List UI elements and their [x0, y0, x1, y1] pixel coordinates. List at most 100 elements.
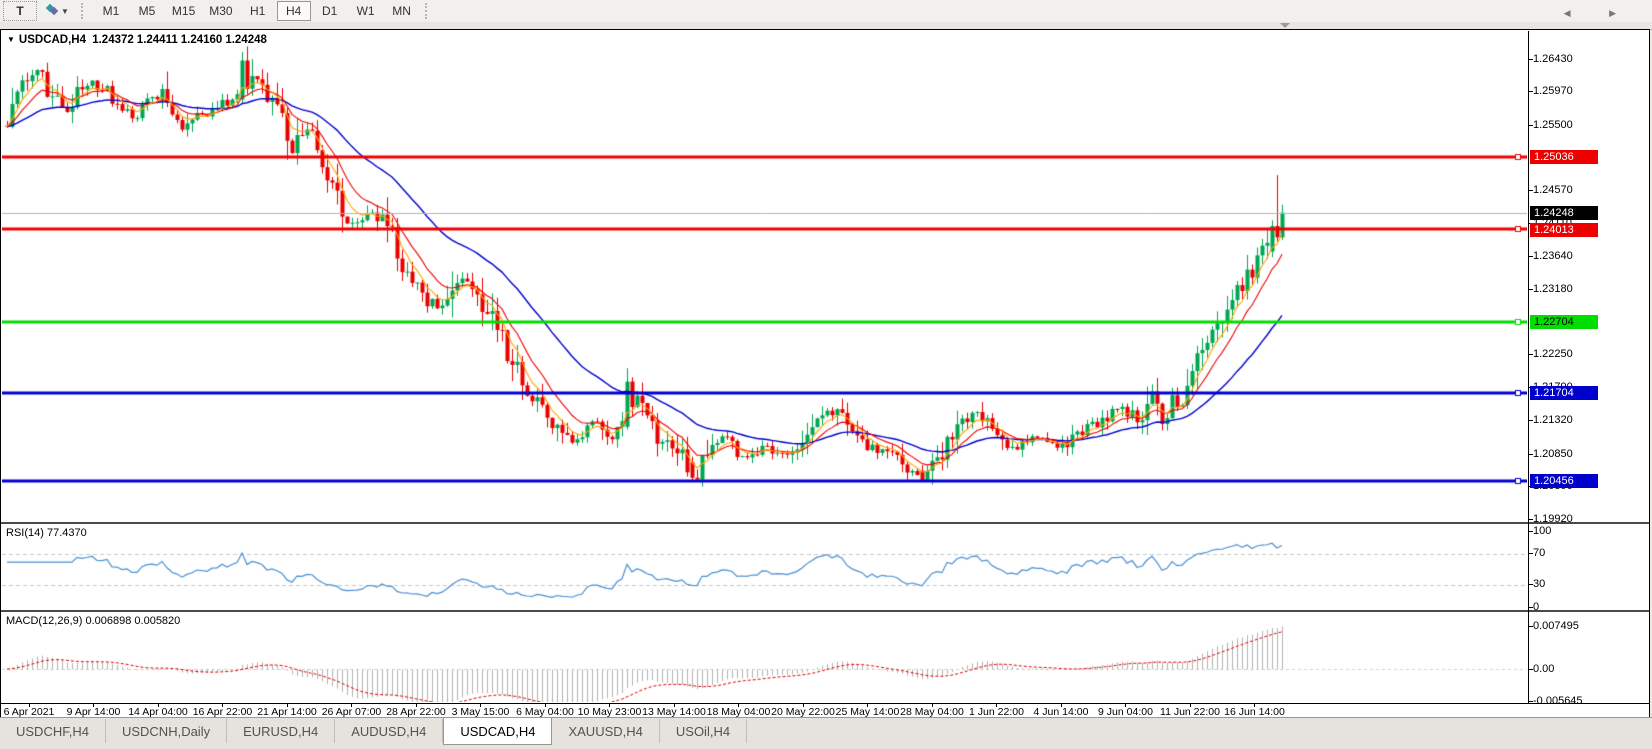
- axis-tick-mark: [1529, 420, 1533, 421]
- macd-tick-label: 0.00: [1533, 663, 1554, 675]
- time-axis-label: 11 Jun 22:00: [1160, 706, 1220, 718]
- cursor-tool-button[interactable]: ▼: [39, 1, 75, 21]
- time-tick-mark: [1061, 704, 1062, 707]
- chart-tab-usdcnh[interactable]: USDCNH,Daily: [106, 719, 227, 743]
- chart-symbol: USDCAD,H4: [19, 34, 86, 46]
- level-price-badge: 1.21704: [1530, 386, 1598, 400]
- time-axis-label: 13 May 14:00: [642, 706, 706, 718]
- timeframe-button-h4[interactable]: H4: [277, 1, 311, 21]
- time-axis[interactable]: 6 Apr 20219 Apr 14:0014 Apr 04:0016 Apr …: [1, 703, 1649, 717]
- axis-tick-mark: [1529, 607, 1533, 608]
- axis-tick-mark: [1529, 531, 1533, 532]
- price-tick-label: 1.23640: [1533, 250, 1573, 262]
- chart-tab-xauusd[interactable]: XAUUSD,H4: [552, 719, 659, 743]
- axis-tick-mark: [1529, 626, 1533, 627]
- price-tick-label: 1.22250: [1533, 348, 1573, 360]
- dropdown-caret-icon: ▼: [61, 7, 69, 16]
- axis-tick-mark: [1529, 519, 1533, 520]
- price-tick-label: 1.26430: [1533, 53, 1573, 65]
- chart-tab-eurusd[interactable]: EURUSD,H4: [227, 719, 335, 743]
- pane-separator-macd[interactable]: [1, 610, 1649, 612]
- time-axis-label: 18 May 04:00: [707, 706, 771, 718]
- tab-scroll-left-icon[interactable]: ◀: [1564, 8, 1589, 18]
- level-price-badge: 1.20456: [1530, 474, 1598, 488]
- time-tick-mark: [158, 704, 159, 707]
- time-axis-label: 3 May 15:00: [452, 706, 510, 718]
- ohlc-close: 1.24248: [225, 34, 267, 46]
- ohlc-open: 1.24372: [92, 34, 134, 46]
- rsi-tick-label: 100: [1533, 525, 1551, 537]
- timeframe-button-m30[interactable]: M30: [203, 1, 238, 21]
- time-axis-label: 26 Apr 07:00: [322, 706, 382, 718]
- tab-scroll-right-icon[interactable]: ▶: [1609, 8, 1634, 18]
- time-axis-label: 6 May 04:00: [516, 706, 574, 718]
- chart-tab-audusd[interactable]: AUDUSD,H4: [335, 719, 443, 743]
- axis-tick-mark: [1529, 553, 1533, 554]
- time-tick-mark: [351, 704, 352, 707]
- ohlc-high: 1.24411: [137, 34, 178, 46]
- time-axis-label: 28 May 04:00: [900, 706, 964, 718]
- toolbar-grip-2: [425, 3, 432, 19]
- chart-tab-usoil[interactable]: USOil,H4: [660, 719, 747, 743]
- price-tick-label: 1.20850: [1533, 448, 1573, 460]
- timeframe-button-h1[interactable]: H1: [241, 1, 275, 21]
- level-price-badge: 1.22704: [1530, 315, 1598, 329]
- axis-tick-mark: [1529, 289, 1533, 290]
- price-axis-line: [1528, 31, 1529, 703]
- time-tick-mark: [738, 704, 739, 707]
- axis-tick-mark: [1529, 701, 1533, 702]
- time-tick-mark: [416, 704, 417, 707]
- macd-tick-label: 0.007495: [1533, 620, 1579, 632]
- time-axis-label: 4 Jun 14:00: [1034, 706, 1089, 718]
- time-tick-mark: [803, 704, 804, 707]
- axis-tick-mark: [1529, 669, 1533, 670]
- price-tick-label: 1.21320: [1533, 414, 1573, 426]
- time-axis-label: 14 Apr 04:00: [128, 706, 188, 718]
- chart-tab-usdcad[interactable]: USDCAD,H4: [443, 718, 552, 745]
- time-axis-label: 25 May 14:00: [836, 706, 900, 718]
- chart-title: ▼ USDCAD,H4 1.243721.244111.241601.24248: [7, 34, 270, 46]
- time-tick-mark: [1254, 704, 1255, 707]
- tab-scroll-arrows: ◀ ▶: [1564, 8, 1634, 19]
- price-chart-canvas[interactable]: [2, 30, 1527, 522]
- top-toolbar: T ▼ M1M5M15M30H1H4D1W1MN: [0, 0, 1652, 23]
- time-axis-label: 16 Apr 22:00: [193, 706, 253, 718]
- timeframe-button-w1[interactable]: W1: [349, 1, 383, 21]
- symbol-dropdown-icon[interactable]: ▼: [7, 35, 15, 44]
- macd-pane-canvas[interactable]: [2, 612, 1527, 702]
- level-price-badge: 1.24013: [1530, 223, 1598, 237]
- time-tick-mark: [609, 704, 610, 707]
- axis-tick-mark: [1529, 91, 1533, 92]
- pane-separator-rsi[interactable]: [1, 522, 1649, 524]
- rsi-indicator-label: RSI(14) 77.4370: [6, 527, 87, 539]
- time-tick-mark: [932, 704, 933, 707]
- chart-tab-usdchf[interactable]: USDCHF,H4: [0, 719, 106, 743]
- rsi-pane-canvas[interactable]: [2, 524, 1527, 609]
- time-tick-mark: [29, 704, 30, 707]
- axis-tick-mark: [1529, 454, 1533, 455]
- price-tick-label: 1.25970: [1533, 85, 1573, 97]
- time-tick-mark: [674, 704, 675, 707]
- time-tick-mark: [287, 704, 288, 707]
- time-axis-label: 1 Jun 22:00: [969, 706, 1024, 718]
- axis-tick-mark: [1529, 354, 1533, 355]
- timeframe-button-m15[interactable]: M15: [166, 1, 201, 21]
- axis-tick-mark: [1529, 125, 1533, 126]
- price-tick-label: 1.24570: [1533, 184, 1573, 196]
- time-axis-label: 28 Apr 22:00: [386, 706, 446, 718]
- time-tick-mark: [1125, 704, 1126, 707]
- price-tick-label: 1.23180: [1533, 283, 1573, 295]
- timeframe-button-mn[interactable]: MN: [385, 1, 419, 21]
- time-axis-label: 9 Jun 04:00: [1098, 706, 1153, 718]
- time-tick-mark: [93, 704, 94, 707]
- timeframe-button-d1[interactable]: D1: [313, 1, 347, 21]
- timeframe-button-m1[interactable]: M1: [94, 1, 128, 21]
- timeframe-button-group: M1M5M15M30H1H4D1W1MN: [93, 1, 420, 21]
- ohlc-low: 1.24160: [181, 34, 223, 46]
- scroll-position-marker-icon[interactable]: [1280, 23, 1290, 28]
- timeframe-button-m5[interactable]: M5: [130, 1, 164, 21]
- cursor-tool-icon: [45, 4, 59, 19]
- text-tool-button[interactable]: T: [3, 1, 37, 21]
- toolbar-grip: [81, 3, 88, 19]
- time-axis-label: 9 Apr 14:00: [67, 706, 121, 718]
